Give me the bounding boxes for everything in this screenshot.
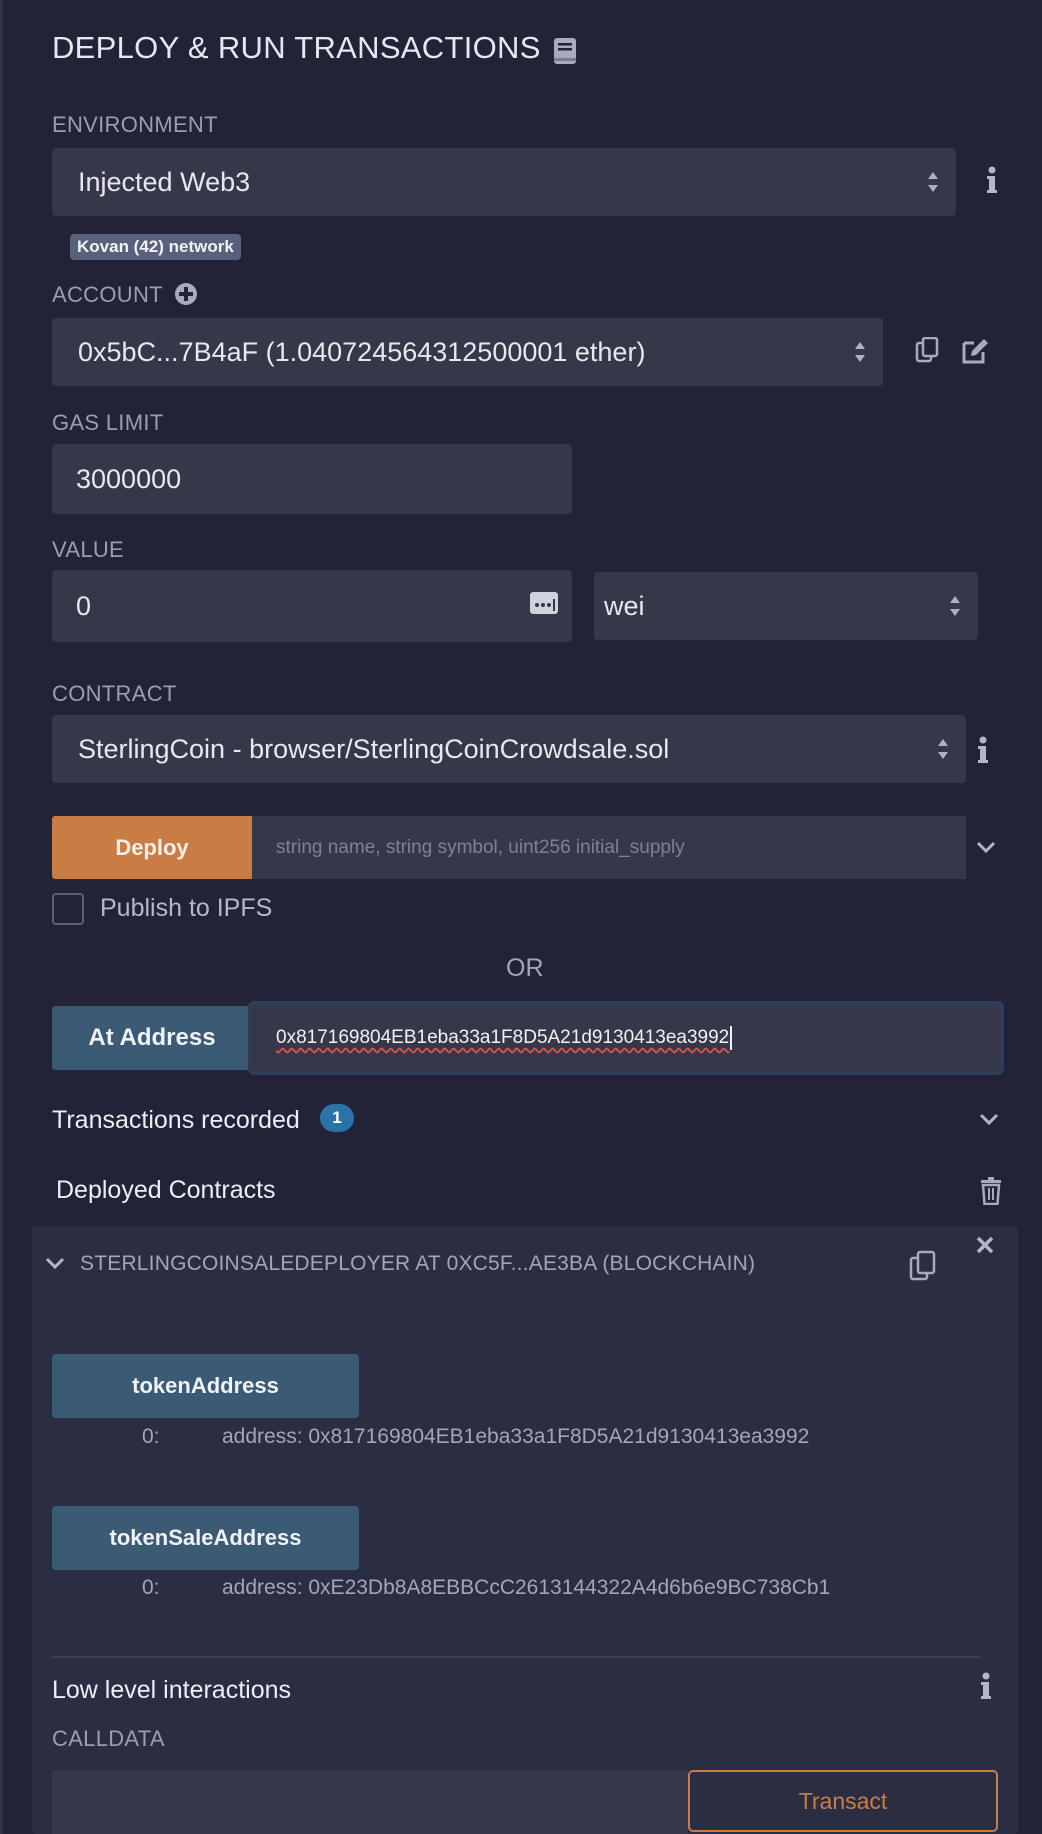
- environment-select[interactable]: Injected Web3: [52, 148, 956, 216]
- value-unit: wei: [604, 590, 645, 621]
- publish-ipfs-checkbox[interactable]: [52, 893, 84, 925]
- transactions-recorded-label[interactable]: Transactions recorded: [52, 1106, 300, 1135]
- network-badge: Kovan (42) network: [70, 234, 241, 260]
- at-address-button[interactable]: At Address: [52, 1006, 252, 1070]
- function-result-index: 0:: [142, 1576, 160, 1599]
- transactions-count-badge: 1: [320, 1104, 354, 1132]
- contract-select[interactable]: SterlingCoin - browser/SterlingCoinCrowd…: [52, 715, 966, 783]
- environment-label: ENVIRONMENT: [52, 112, 218, 137]
- more-options-icon[interactable]: [530, 592, 558, 614]
- account-select[interactable]: 0x5bC...7B4aF (1.040724564312500001 ethe…: [52, 318, 883, 386]
- account-value: 0x5bC...7B4aF (1.040724564312500001 ethe…: [78, 336, 646, 367]
- function-button-tokensaleaddress[interactable]: tokenSaleAddress: [52, 1506, 359, 1570]
- low-level-info-icon[interactable]: [976, 1668, 996, 1704]
- expand-deploy-params-icon[interactable]: [975, 836, 997, 858]
- select-arrows-icon: [938, 739, 948, 759]
- deploy-params-placeholder: string name, string symbol, uint256 init…: [276, 836, 685, 858]
- low-level-interactions-label: Low level interactions: [52, 1676, 292, 1704]
- value-unit-select[interactable]: wei: [594, 572, 978, 640]
- gas-limit-input[interactable]: 3000000: [52, 444, 572, 514]
- remove-instance-close-icon[interactable]: [974, 1234, 996, 1256]
- function-result-value: address: 0xE23Db8A8EBBCcC2613144322A4d6b…: [222, 1576, 831, 1599]
- calldata-input[interactable]: [52, 1770, 688, 1834]
- select-arrows-icon: [950, 596, 960, 616]
- value-amount: 0: [76, 590, 92, 621]
- section-divider: [52, 1656, 980, 1658]
- contract-info-icon[interactable]: [973, 730, 993, 770]
- calldata-label: CALLDATA: [52, 1726, 165, 1751]
- contract-value: SterlingCoin - browser/SterlingCoinCrowd…: [78, 733, 670, 764]
- instance-title[interactable]: STERLINGCOINSALEDEPLOYER AT 0XC5F...AE3B…: [80, 1252, 755, 1276]
- environment-info-icon[interactable]: [982, 160, 1002, 200]
- deploy-button[interactable]: Deploy: [52, 816, 252, 879]
- gas-limit-value: 3000000: [76, 463, 182, 494]
- clear-instances-trash-icon[interactable]: [980, 1177, 1002, 1205]
- panel-title: DEPLOY & RUN TRANSACTIONS: [52, 30, 541, 65]
- documentation-book-icon[interactable]: [553, 37, 577, 65]
- function-result-value: address: 0x817169804EB1eba33a1F8D5A21d91…: [222, 1425, 810, 1448]
- select-arrows-icon: [928, 172, 938, 192]
- copy-instance-address-icon[interactable]: [908, 1249, 938, 1283]
- publish-ipfs-label: Publish to IPFS: [100, 894, 273, 922]
- expand-transactions-icon[interactable]: [978, 1108, 1000, 1130]
- gas-limit-label: GAS LIMIT: [52, 410, 164, 435]
- edit-account-icon[interactable]: [960, 336, 990, 366]
- value-input[interactable]: 0: [52, 570, 572, 642]
- deployed-contracts-label: Deployed Contracts: [56, 1176, 276, 1204]
- copy-address-icon[interactable]: [914, 336, 940, 366]
- function-result-index: 0:: [142, 1425, 160, 1448]
- select-arrows-icon: [855, 342, 865, 362]
- text-cursor: [730, 1026, 733, 1050]
- environment-value: Injected Web3: [78, 166, 251, 197]
- or-divider-label: OR: [506, 954, 544, 982]
- value-label: VALUE: [52, 537, 125, 562]
- panel-left-border: [0, 0, 3, 1834]
- add-account-icon[interactable]: [174, 282, 198, 306]
- collapse-instance-chevron-icon[interactable]: [44, 1252, 66, 1274]
- account-label: ACCOUNT: [52, 282, 163, 307]
- contract-label: CONTRACT: [52, 681, 177, 706]
- deploy-params-input[interactable]: string name, string symbol, uint256 init…: [252, 816, 966, 879]
- function-button-tokenaddress[interactable]: tokenAddress: [52, 1354, 359, 1418]
- at-address-input-inner: 0x817169804EB1eba33a1F8D5A21d9130413ea39…: [252, 1005, 1000, 1071]
- at-address-value: 0x817169804EB1eba33a1F8D5A21d9130413ea39…: [276, 1027, 730, 1048]
- at-address-input[interactable]: 0x817169804EB1eba33a1F8D5A21d9130413ea39…: [248, 1001, 1004, 1075]
- transact-button[interactable]: Transact: [688, 1770, 998, 1832]
